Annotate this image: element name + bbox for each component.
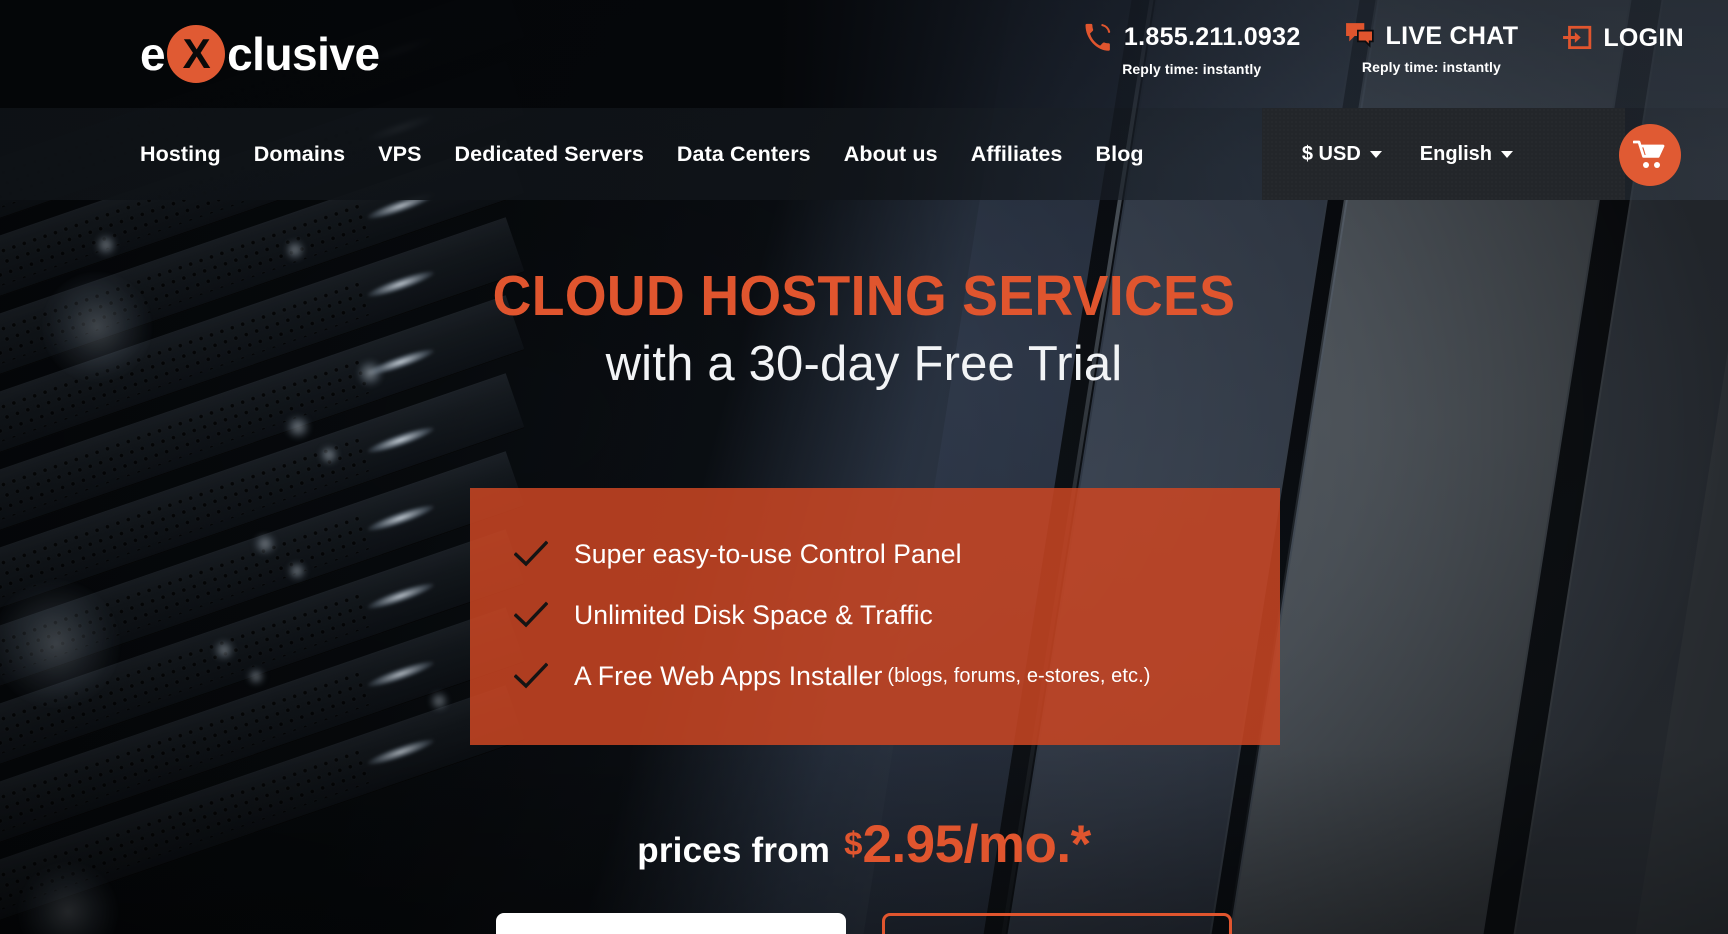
check-icon xyxy=(514,540,558,568)
check-icon xyxy=(514,662,558,690)
price-line: prices from $2.95/mo.* xyxy=(0,818,1728,871)
phone-reply-time: Reply time: instantly xyxy=(1122,61,1262,77)
price-prefix: prices from xyxy=(637,831,831,870)
language-selector[interactable]: English xyxy=(1420,143,1513,166)
chat-bubble-icon xyxy=(1345,23,1374,48)
shopping-cart-button[interactable] xyxy=(1619,124,1681,186)
price-value: 2.95/mo.* xyxy=(862,815,1091,874)
top-bar: e X clusive 1.855.211.0932 Reply time: i… xyxy=(0,0,1728,108)
live-chat-row: LIVE CHAT xyxy=(1345,22,1519,50)
nav-item-affiliates[interactable]: Affiliates xyxy=(971,142,1063,167)
phone-number: 1.855.211.0932 xyxy=(1123,22,1301,51)
site-logo[interactable]: e X clusive xyxy=(140,18,380,90)
secondary-cta-button[interactable] xyxy=(882,913,1232,934)
currency-selector-label: $ USD xyxy=(1301,142,1361,165)
language-selector-label: English xyxy=(1419,142,1492,165)
nav-item-hosting[interactable]: Hosting xyxy=(140,142,221,167)
logo-text-suffix: clusive xyxy=(227,28,380,80)
nav-item-data-centers[interactable]: Data Centers xyxy=(677,142,811,167)
live-chat-contact[interactable]: LIVE CHAT Reply time: instantly xyxy=(1323,22,1541,75)
nav-utility-panel: $ USD English xyxy=(1261,108,1625,200)
chevron-down-icon xyxy=(1501,150,1513,158)
cta-button-row xyxy=(0,913,1728,934)
nav-item-vps[interactable]: VPS xyxy=(378,142,421,167)
feature-text: Super easy-to-use Control Panel xyxy=(574,538,962,569)
nav-item-blog[interactable]: Blog xyxy=(1096,142,1144,167)
phone-contact-row: 1.855.211.0932 xyxy=(1083,22,1301,52)
nav-links: Hosting Domains VPS Dedicated Servers Da… xyxy=(140,108,1144,200)
login-row: LOGIN xyxy=(1562,24,1684,52)
chevron-down-icon xyxy=(1369,150,1382,158)
check-icon xyxy=(514,601,558,629)
page-title: CLOUD HOSTING SERVICES xyxy=(492,264,1236,328)
login-arrow-icon xyxy=(1563,25,1592,50)
price-currency: $ xyxy=(844,825,863,862)
login-contact[interactable]: LOGIN xyxy=(1540,22,1706,52)
list-item: A Free Web Apps Installer (blogs, forums… xyxy=(470,646,1280,706)
list-item: Super easy-to-use Control Panel xyxy=(470,524,1280,584)
feature-text: Unlimited Disk Space & Traffic xyxy=(574,599,933,630)
logo-text-prefix: e xyxy=(140,28,166,80)
primary-cta-button[interactable] xyxy=(496,913,846,934)
phone-contact[interactable]: 1.855.211.0932 Reply time: instantly xyxy=(1061,22,1323,77)
page-root: e X clusive 1.855.211.0932 Reply time: i… xyxy=(0,0,1728,934)
feature-note: (blogs, forums, e-stores, etc.) xyxy=(887,664,1151,687)
list-item: Unlimited Disk Space & Traffic xyxy=(470,585,1280,645)
main-navigation-bar: Hosting Domains VPS Dedicated Servers Da… xyxy=(0,108,1728,200)
phone-icon xyxy=(1085,23,1111,51)
feature-list-box: Super easy-to-use Control Panel Unlimite… xyxy=(470,488,1280,745)
nav-item-about-us[interactable]: About us xyxy=(844,142,938,167)
page-subtitle: with a 30-day Free Trial xyxy=(605,337,1123,391)
currency-selector[interactable]: $ USD xyxy=(1302,143,1382,166)
feature-text: A Free Web Apps Installer xyxy=(574,660,883,691)
shopping-cart-icon xyxy=(1633,140,1665,168)
nav-item-domains[interactable]: Domains xyxy=(254,142,346,167)
logo-x-letter: X xyxy=(182,30,211,77)
login-label: LOGIN xyxy=(1603,23,1684,52)
live-chat-reply-time: Reply time: instantly xyxy=(1361,59,1501,75)
logo-x-badge: X xyxy=(167,25,226,83)
contact-cluster: 1.855.211.0932 Reply time: instantly LIV… xyxy=(1061,22,1706,77)
nav-item-dedicated-servers[interactable]: Dedicated Servers xyxy=(455,142,644,167)
live-chat-label: LIVE CHAT xyxy=(1385,21,1519,50)
